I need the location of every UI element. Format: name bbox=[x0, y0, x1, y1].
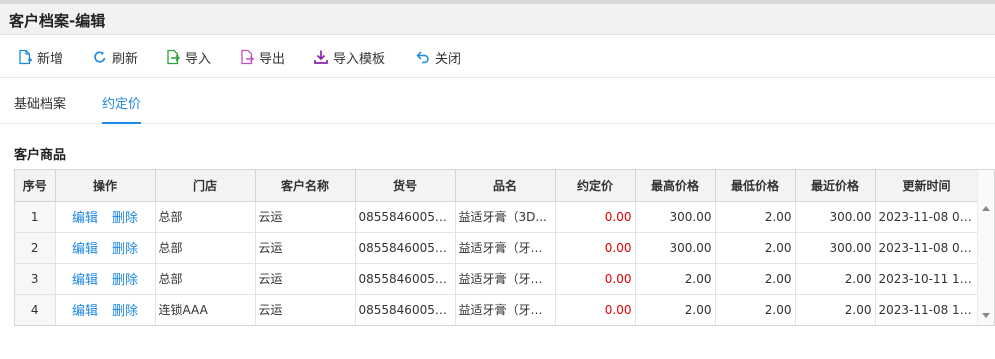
import-button-label: 导入 bbox=[185, 51, 212, 67]
edit-link[interactable]: 编辑 bbox=[72, 211, 98, 226]
sku-cell: 0855846005203 bbox=[355, 294, 456, 325]
row-index: 3 bbox=[15, 263, 56, 295]
row-index: 2 bbox=[15, 232, 56, 264]
edit-link[interactable]: 编辑 bbox=[72, 242, 98, 257]
table-row[interactable]: 2 编辑 删除 总部 云运 0855846005364 益适牙膏（牙菌... 0.… bbox=[15, 232, 979, 264]
column-header-min-price[interactable]: 最低价格 bbox=[715, 170, 796, 202]
refresh-button-label: 刷新 bbox=[112, 51, 139, 67]
delete-link[interactable]: 删除 bbox=[112, 211, 138, 226]
table-row[interactable]: 1 编辑 删除 总部 云运 0855846005388 益适牙膏（3D... 0.… bbox=[15, 201, 979, 233]
export-button-label: 导出 bbox=[259, 51, 286, 67]
max-price-cell: 2.00 bbox=[635, 294, 716, 325]
column-header-agreed-price[interactable]: 约定价 bbox=[555, 170, 636, 202]
import-template-button-label: 导入模板 bbox=[333, 51, 386, 67]
document-add-icon bbox=[19, 49, 32, 65]
recent-price-cell: 300.00 bbox=[795, 232, 876, 264]
edit-link[interactable]: 编辑 bbox=[72, 304, 98, 319]
title-bar: 客户档案-编辑 bbox=[0, 4, 995, 35]
row-actions: 编辑 删除 bbox=[55, 201, 156, 233]
column-header-index[interactable]: 序号 bbox=[15, 170, 56, 202]
table-header-row: 序号 操作 门店 客户名称 货号 品名 约定价 最高价格 最低价格 最近价格 更… bbox=[15, 170, 979, 202]
min-price-cell: 2.00 bbox=[715, 232, 796, 264]
tab-basic-profile[interactable]: 基础档案 bbox=[14, 93, 66, 124]
column-header-updated-time[interactable]: 更新时间 bbox=[875, 170, 979, 202]
import-button[interactable]: 导入 bbox=[165, 47, 211, 67]
delete-link[interactable]: 删除 bbox=[112, 242, 138, 257]
updated-time-cell: 2023-10-11 15:2... bbox=[875, 263, 979, 295]
customer-products-table: 序号 操作 门店 客户名称 货号 品名 约定价 最高价格 最低价格 最近价格 更… bbox=[14, 169, 995, 326]
delete-link[interactable]: 删除 bbox=[112, 273, 138, 288]
agreed-price-cell[interactable]: 0.00 bbox=[555, 201, 636, 233]
sku-cell: 0855846005388 bbox=[355, 201, 456, 233]
import-icon bbox=[167, 49, 181, 65]
refresh-button[interactable]: 刷新 bbox=[92, 47, 138, 67]
scroll-up-arrow-icon[interactable] bbox=[982, 206, 990, 211]
customer-cell: 云运 bbox=[255, 294, 356, 325]
vertical-scrollbar[interactable] bbox=[977, 170, 994, 325]
export-icon bbox=[241, 49, 255, 65]
row-actions: 编辑 删除 bbox=[55, 263, 156, 295]
agreed-price-cell[interactable]: 0.00 bbox=[555, 263, 636, 295]
min-price-cell: 2.00 bbox=[715, 201, 796, 233]
sku-cell: 0855846005364 bbox=[355, 232, 456, 264]
customer-cell: 云运 bbox=[255, 201, 356, 233]
close-button-label: 关闭 bbox=[435, 51, 462, 67]
tab-bar: 基础档案 约定价 bbox=[0, 79, 995, 124]
row-index: 4 bbox=[15, 294, 56, 325]
updated-time-cell: 2023-11-08 10:0... bbox=[875, 294, 979, 325]
section-title: 客户商品 bbox=[14, 148, 67, 163]
row-index: 1 bbox=[15, 201, 56, 233]
add-button[interactable]: 新增 bbox=[17, 47, 63, 67]
edit-link[interactable]: 编辑 bbox=[72, 273, 98, 288]
updated-time-cell: 2023-11-08 09:5... bbox=[875, 232, 979, 264]
agreed-price-cell[interactable]: 0.00 bbox=[555, 232, 636, 264]
column-header-store[interactable]: 门店 bbox=[155, 170, 256, 202]
store-cell: 总部 bbox=[155, 263, 256, 295]
customer-cell: 云运 bbox=[255, 263, 356, 295]
column-header-max-price[interactable]: 最高价格 bbox=[635, 170, 716, 202]
sku-cell: 0855846005203 bbox=[355, 263, 456, 295]
recent-price-cell: 300.00 bbox=[795, 201, 876, 233]
refresh-icon bbox=[94, 51, 106, 63]
delete-link[interactable]: 删除 bbox=[112, 304, 138, 319]
row-actions: 编辑 删除 bbox=[55, 232, 156, 264]
customer-cell: 云运 bbox=[255, 232, 356, 264]
max-price-cell: 2.00 bbox=[635, 263, 716, 295]
store-cell: 总部 bbox=[155, 201, 256, 233]
product-cell: 益适牙膏（牙菌... bbox=[455, 263, 556, 295]
export-button[interactable]: 导出 bbox=[239, 47, 285, 67]
table-row[interactable]: 4 编辑 删除 连锁AAA 云运 0855846005203 益适牙膏（牙菌...… bbox=[15, 294, 979, 325]
min-price-cell: 2.00 bbox=[715, 294, 796, 325]
product-cell: 益适牙膏（3D... bbox=[455, 201, 556, 233]
back-arrow-icon bbox=[416, 51, 429, 64]
close-button[interactable]: 关闭 bbox=[415, 47, 461, 67]
max-price-cell: 300.00 bbox=[635, 201, 716, 233]
store-cell: 连锁AAA bbox=[155, 294, 256, 325]
column-header-sku[interactable]: 货号 bbox=[355, 170, 456, 202]
tab-agreed-price[interactable]: 约定价 bbox=[102, 93, 142, 124]
toolbar: 新增 刷新 导入 导出 导入模板 关闭 bbox=[0, 36, 995, 78]
page-title: 客户档案-编辑 bbox=[9, 12, 106, 30]
import-template-button[interactable]: 导入模板 bbox=[313, 47, 385, 67]
recent-price-cell: 2.00 bbox=[795, 294, 876, 325]
column-header-recent-price[interactable]: 最近价格 bbox=[795, 170, 876, 202]
store-cell: 总部 bbox=[155, 232, 256, 264]
table-row[interactable]: 3 编辑 删除 总部 云运 0855846005203 益适牙膏（牙菌... 0.… bbox=[15, 263, 979, 295]
recent-price-cell: 2.00 bbox=[795, 263, 876, 295]
product-cell: 益适牙膏（牙菌... bbox=[455, 294, 556, 325]
min-price-cell: 2.00 bbox=[715, 263, 796, 295]
updated-time-cell: 2023-11-08 09:5... bbox=[875, 201, 979, 233]
max-price-cell: 300.00 bbox=[635, 232, 716, 264]
scroll-down-arrow-icon[interactable] bbox=[982, 313, 990, 318]
add-button-label: 新增 bbox=[37, 51, 64, 67]
row-actions: 编辑 删除 bbox=[55, 294, 156, 325]
column-header-product[interactable]: 品名 bbox=[455, 170, 556, 202]
product-cell: 益适牙膏（牙菌... bbox=[455, 232, 556, 264]
column-header-customer[interactable]: 客户名称 bbox=[255, 170, 356, 202]
download-template-icon bbox=[314, 50, 328, 64]
column-header-actions[interactable]: 操作 bbox=[55, 170, 156, 202]
agreed-price-cell[interactable]: 0.00 bbox=[555, 294, 636, 325]
